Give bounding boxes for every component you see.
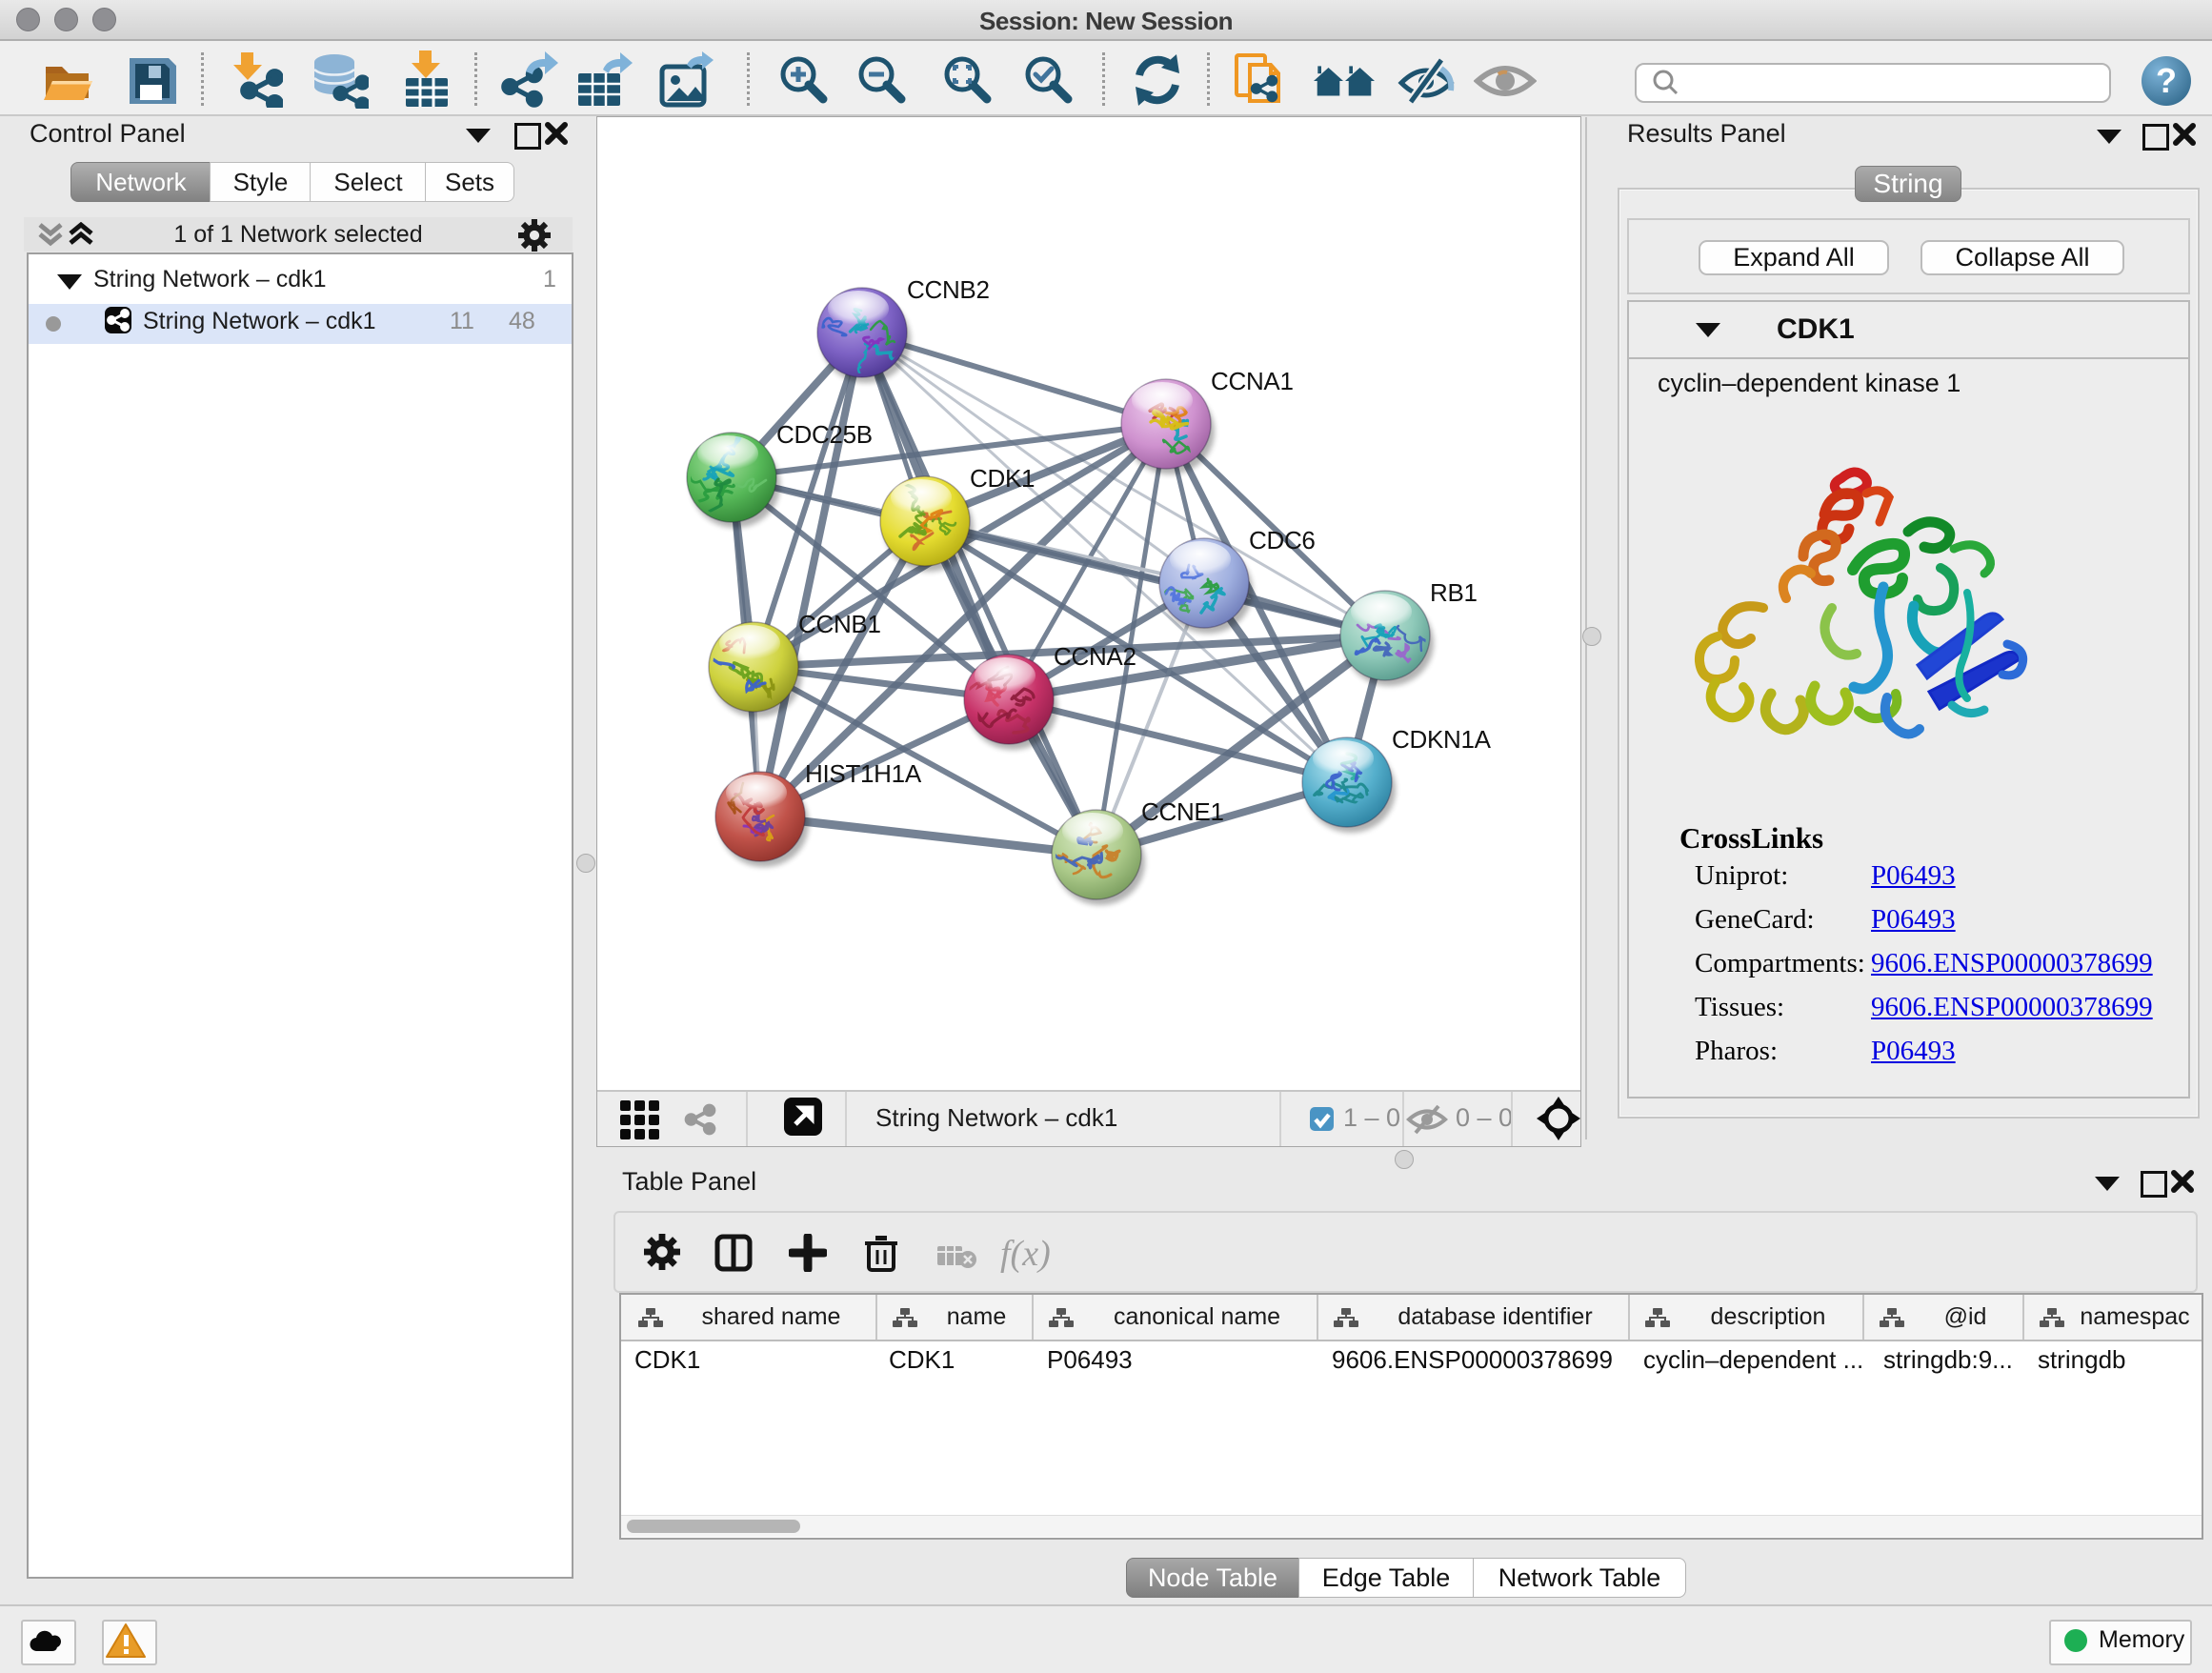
svg-text:CCNB1: CCNB1 (798, 610, 881, 638)
svg-text:CCNA2: CCNA2 (1054, 642, 1136, 671)
svg-text:?: ? (2156, 61, 2177, 100)
svg-text:CDC25B: CDC25B (776, 420, 873, 449)
svg-text:CDKN1A: CDKN1A (1392, 725, 1492, 754)
svg-text:CDC6: CDC6 (1249, 526, 1316, 554)
svg-text:HIST1H1A: HIST1H1A (805, 759, 922, 788)
svg-text:CCNE1: CCNE1 (1141, 797, 1224, 826)
svg-text:CCNA1: CCNA1 (1211, 367, 1294, 395)
svg-text:CCNB2: CCNB2 (907, 275, 990, 304)
svg-text:CDK1: CDK1 (970, 464, 1035, 493)
svg-text:RB1: RB1 (1430, 578, 1478, 607)
